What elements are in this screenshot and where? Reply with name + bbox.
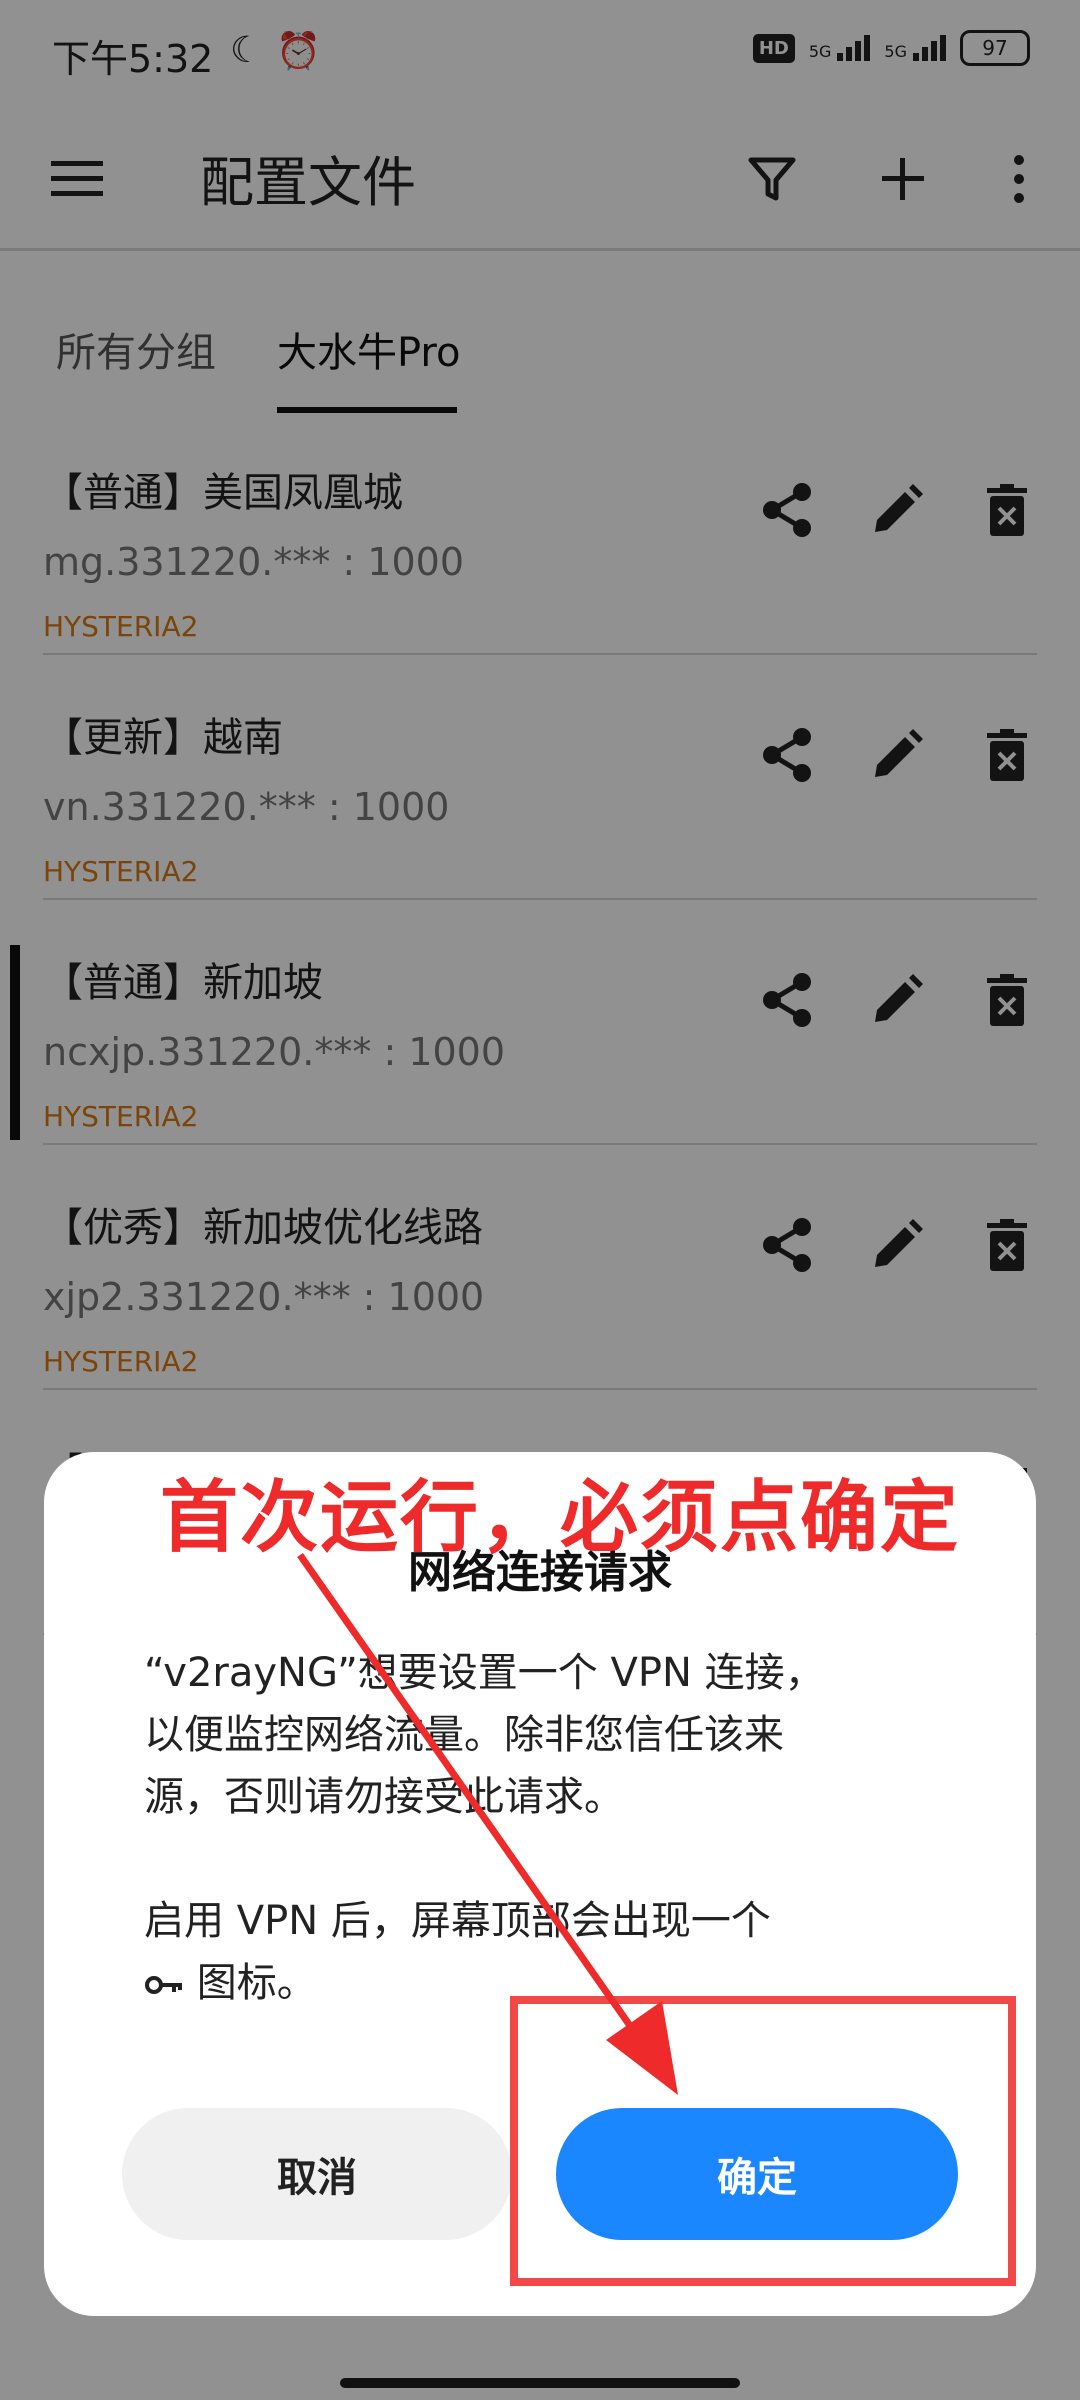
annotation-arrow-icon (297, 1552, 678, 2095)
home-indicator (340, 2378, 740, 2388)
